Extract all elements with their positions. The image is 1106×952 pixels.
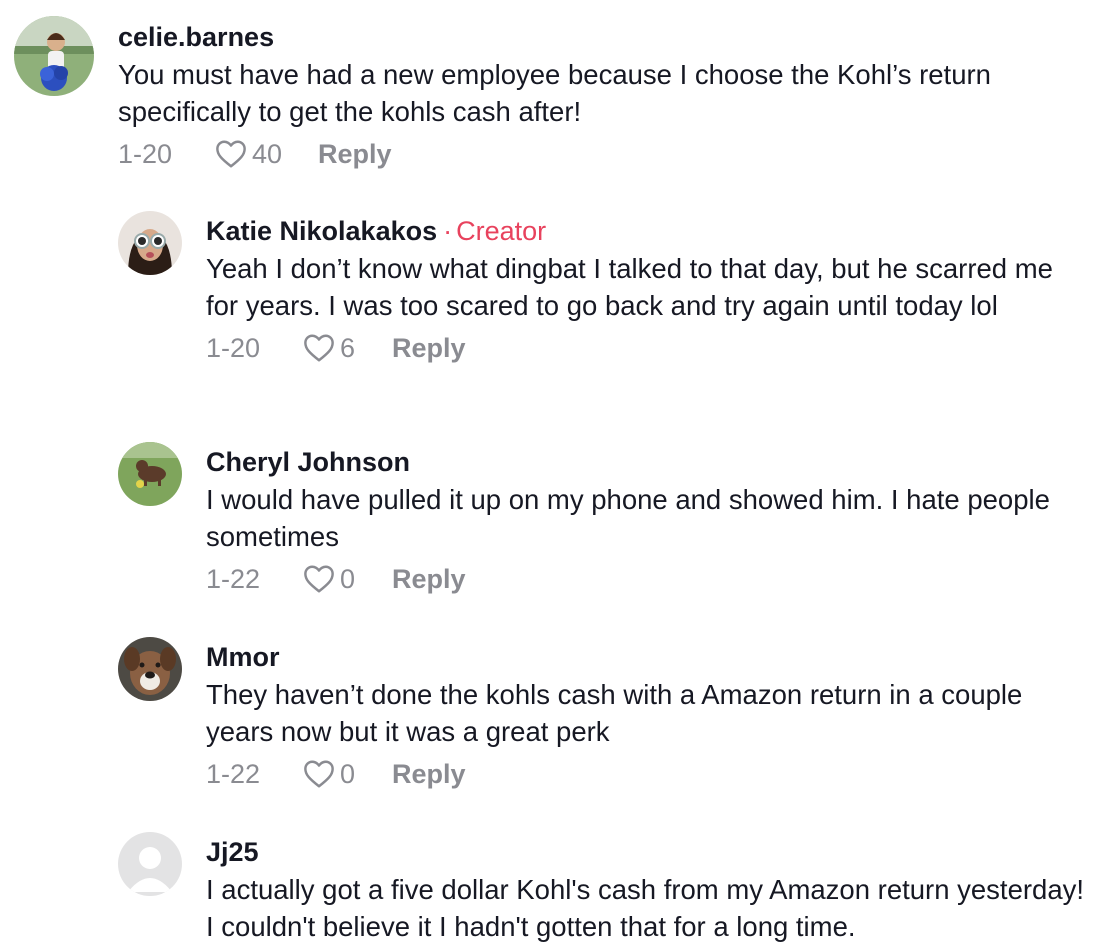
reply-button[interactable]: Reply (392, 333, 466, 364)
avatar-photo-icon (118, 211, 182, 275)
comment-date: 1-22 (206, 563, 261, 594)
like-button[interactable]: 0 (302, 564, 392, 595)
comment-text: I would have pulled it up on my phone an… (206, 484, 1050, 552)
comment-meta: 1-20 6 Reply (206, 328, 1086, 368)
comment-username[interactable]: Mmor (206, 640, 1096, 674)
comment-date: 1-22 (206, 758, 261, 789)
comment-item: celie.barnes You must have had a new emp… (0, 0, 1106, 190)
avatar[interactable] (118, 442, 182, 506)
comment-date: 1-20 (206, 332, 261, 363)
reply-item: Cheryl Johnson I would have pulled it up… (0, 437, 1106, 617)
avatar-photo-icon (14, 16, 94, 96)
avatar[interactable] (118, 211, 182, 275)
comment-body: Jj25 I actually got a five dollar Kohl's… (206, 835, 1096, 945)
separator-dot: · (443, 216, 453, 246)
like-count: 40 (252, 138, 283, 169)
reply-button[interactable]: Reply (392, 564, 466, 595)
comments-list: celie.barnes You must have had a new emp… (0, 0, 1106, 952)
comment-text: They haven’t done the kohls cash with a … (206, 679, 1023, 747)
like-button[interactable]: 40 (214, 139, 304, 170)
comment-username[interactable]: celie.barnes (118, 20, 1078, 54)
reply-button[interactable]: Reply (318, 139, 392, 170)
heart-outline-icon (304, 334, 334, 362)
reply-item: Jj25 I actually got a five dollar Kohl's… (0, 827, 1106, 952)
avatar[interactable] (14, 16, 94, 96)
like-count: 0 (340, 563, 356, 594)
comment-username[interactable]: Katie Nikolakakos (206, 216, 437, 246)
reply-item: Mmor They haven’t done the kohls cash wi… (0, 632, 1106, 812)
comment-username[interactable]: Jj25 (206, 835, 1096, 869)
comment-meta: 1-20 40 Reply (118, 134, 1078, 174)
like-button[interactable]: 0 (302, 759, 392, 790)
comment-body: Mmor They haven’t done the kohls cash wi… (206, 640, 1096, 794)
comment-text: I actually got a five dollar Kohl's cash… (206, 874, 1084, 942)
comment-meta: 1-22 0 Reply (206, 754, 1096, 794)
comment-body: celie.barnes You must have had a new emp… (118, 20, 1078, 174)
creator-badge: Creator (456, 216, 547, 246)
like-count: 0 (340, 758, 356, 789)
comment-date: 1-20 (118, 138, 173, 169)
comment-username-row: Katie Nikolakakos · Creator (206, 214, 1086, 248)
avatar[interactable] (118, 637, 182, 701)
reply-item: Katie Nikolakakos · Creator Yeah I don’t k… (0, 205, 1106, 425)
like-count: 6 (340, 332, 356, 363)
comment-username[interactable]: Cheryl Johnson (206, 445, 1086, 479)
default-avatar-icon (118, 832, 182, 896)
comment-text: You must have had a new employee because… (118, 59, 991, 127)
like-button[interactable]: 6 (302, 333, 392, 364)
comment-body: Cheryl Johnson I would have pulled it up… (206, 445, 1086, 599)
avatar-photo-icon (118, 637, 182, 701)
reply-button[interactable]: Reply (392, 759, 466, 790)
comment-body: Katie Nikolakakos · Creator Yeah I don’t k… (206, 214, 1086, 368)
comment-meta: 1-22 0 Reply (206, 559, 1086, 599)
avatar-photo-icon (118, 442, 182, 506)
comment-text: Yeah I don’t know what dingbat I talked … (206, 253, 1053, 321)
heart-outline-icon (216, 140, 246, 168)
avatar[interactable] (118, 832, 182, 896)
heart-outline-icon (304, 565, 334, 593)
heart-outline-icon (304, 760, 334, 788)
